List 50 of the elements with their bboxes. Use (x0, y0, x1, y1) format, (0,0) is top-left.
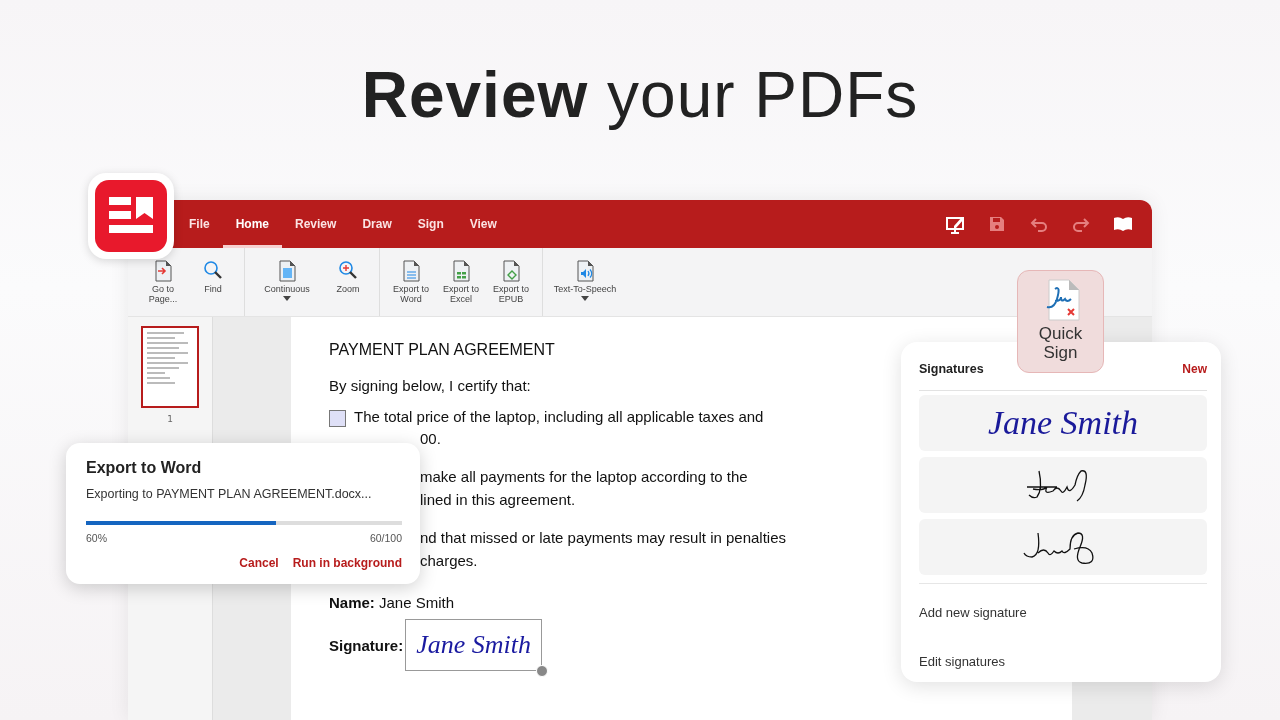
progress-percent: 60% (86, 532, 107, 544)
name-value: Jane Smith (379, 594, 455, 611)
toolbar-button[interactable]: Text-To-Speech (551, 258, 619, 304)
menu-tab[interactable]: Review (282, 200, 350, 248)
headline: Review your PDFs (361, 58, 919, 132)
toolbar-button[interactable]: Go to Page... (140, 258, 186, 307)
checkbox[interactable] (329, 410, 346, 427)
document-text: lined in this agreement. (420, 490, 576, 510)
menu-item[interactable]: Edit signatures (919, 641, 1207, 682)
toolbar-button[interactable]: Export to EPUB (488, 258, 534, 307)
name-label: Name: (329, 594, 375, 611)
menu-tab[interactable]: Sign (404, 200, 457, 248)
page-arrow-icon (153, 260, 173, 282)
document-text: charges. (420, 551, 478, 571)
document-text: make all payments for the laptop according to the (420, 467, 748, 487)
saved-signature[interactable]: Jane Smith (919, 395, 1207, 451)
signature-label: Signature: (329, 636, 404, 654)
toolbar-button[interactable]: Continuous (253, 258, 321, 304)
epub-document-icon (501, 260, 521, 282)
document-text: 00. (420, 429, 441, 449)
progress-count: 60/100 (369, 532, 402, 544)
document-text: By signing below, I certify that: (329, 377, 532, 394)
toolbar-button[interactable]: Find (190, 258, 236, 297)
spreadsheet-document-icon (451, 260, 471, 282)
document-text: nd that missed or late payments may result in penalties (420, 528, 786, 548)
caret-icon (283, 296, 291, 302)
menu-tab[interactable]: View (456, 200, 510, 248)
menu-tab[interactable]: File (176, 200, 223, 248)
document-title: PAYMENT PLAN AGREEMENT (329, 341, 556, 359)
dialog-button[interactable]: Run in background (292, 554, 402, 572)
page-number: 1 (167, 414, 173, 424)
page-thumbnail[interactable] (141, 326, 199, 408)
menu-item[interactable]: Add new signature (919, 592, 1207, 633)
quick-sign-button[interactable]: Quick Sign (1017, 270, 1104, 373)
new-button[interactable]: New (1182, 362, 1207, 376)
dialog-message: Exporting to PAYMENT PLAN AGREEMENT.docx... (86, 487, 373, 501)
page-icon (277, 260, 297, 282)
speaker-document-icon (575, 260, 595, 282)
menu-tab[interactable]: Draw (349, 200, 405, 248)
toolbar-button[interactable]: Zoom (325, 258, 371, 297)
signature-field[interactable]: Jane Smith (405, 619, 542, 671)
caret-icon (581, 296, 589, 302)
dialog-title: Export to Word (86, 459, 203, 477)
toolbar-button[interactable]: Export to Excel (438, 258, 484, 307)
word-document-icon (401, 260, 421, 282)
toolbar-button[interactable]: Export to Word (388, 258, 434, 307)
document-text: The total price of the laptop, including all applicable taxes and (354, 408, 764, 425)
panel-title: Signatures (919, 362, 984, 376)
resize-handle-icon[interactable] (536, 665, 548, 677)
dialog-button[interactable]: Cancel (239, 554, 279, 572)
